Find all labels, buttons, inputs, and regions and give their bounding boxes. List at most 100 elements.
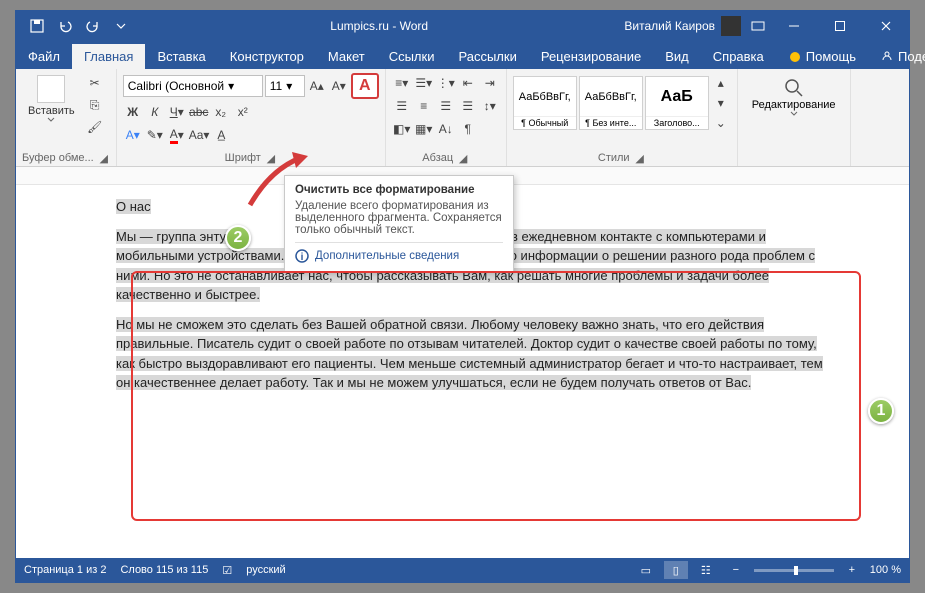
- tab-help[interactable]: Справка: [701, 44, 776, 69]
- tab-file[interactable]: Файл: [16, 44, 72, 69]
- clear-formatting-button[interactable]: A: [351, 73, 379, 99]
- qat-customize-icon[interactable]: [108, 13, 134, 39]
- paste-button[interactable]: Вставить: [22, 73, 81, 125]
- status-language[interactable]: русский: [246, 564, 285, 576]
- status-page[interactable]: Страница 1 из 2: [24, 564, 106, 576]
- annotation-marker-1: 1: [868, 398, 894, 424]
- group-paragraph: ≡▾ ☰▾ ⋮▾ ⇤ ⇥ ☰ ≡ ☰ ☰ ↕▾ ◧▾: [386, 69, 507, 166]
- subscript-icon[interactable]: x₂: [211, 102, 231, 122]
- styles-more-icon[interactable]: ⌄: [711, 113, 731, 133]
- align-center-icon[interactable]: ≡: [414, 96, 434, 116]
- shading-icon[interactable]: ◧▾: [392, 119, 412, 139]
- bullets-icon[interactable]: ≡▾: [392, 73, 412, 93]
- tooltip-title: Очистить все форматирование: [295, 184, 503, 196]
- borders-icon[interactable]: ▦▾: [414, 119, 434, 139]
- tab-view[interactable]: Вид: [653, 44, 701, 69]
- copy-icon[interactable]: ⎘: [85, 95, 105, 115]
- tab-mailings[interactable]: Рассылки: [446, 44, 528, 69]
- app-window: Lumpics.ru - Word Виталий Каиров Файл Гл…: [15, 10, 910, 583]
- increase-indent-icon[interactable]: ⇥: [480, 73, 500, 93]
- style-normal[interactable]: АаБбВвГг,¶ Обычный: [513, 76, 577, 130]
- tab-tellme[interactable]: Помощь: [776, 44, 868, 69]
- decrease-indent-icon[interactable]: ⇤: [458, 73, 478, 93]
- print-layout-icon[interactable]: ▯: [664, 561, 688, 579]
- change-case-icon[interactable]: Aa▾: [189, 125, 210, 145]
- paste-icon: [37, 75, 65, 103]
- status-words[interactable]: Слово 115 из 115: [120, 564, 208, 576]
- tab-layout[interactable]: Макет: [316, 44, 377, 69]
- find-icon: [783, 77, 805, 99]
- titlebar: Lumpics.ru - Word Виталий Каиров: [16, 11, 909, 41]
- avatar: [721, 16, 741, 36]
- tab-insert[interactable]: Вставка: [145, 44, 217, 69]
- shrink-font-icon[interactable]: A▾: [329, 76, 349, 96]
- ribbon-display-icon[interactable]: [745, 13, 771, 39]
- justify-icon[interactable]: ☰: [458, 96, 478, 116]
- format-painter-icon[interactable]: 🖌: [85, 117, 105, 137]
- strikethrough-icon[interactable]: abc: [189, 102, 209, 122]
- proofing-icon[interactable]: ☑: [222, 564, 232, 577]
- styles-down-icon[interactable]: ▾: [711, 93, 731, 113]
- group-styles: АаБбВвГг,¶ Обычный АаБбВвГг,¶ Без инте..…: [507, 69, 738, 166]
- doc-heading: О нас: [116, 199, 151, 214]
- statusbar: Страница 1 из 2 Слово 115 из 115 ☑ русск…: [16, 558, 909, 582]
- web-layout-icon[interactable]: ☷: [694, 561, 718, 579]
- group-label-font: Шрифт: [225, 152, 261, 164]
- font-color-icon[interactable]: A▾: [167, 125, 187, 145]
- numbering-icon[interactable]: ☰▾: [414, 73, 434, 93]
- align-right-icon[interactable]: ☰: [436, 96, 456, 116]
- zoom-in-icon[interactable]: +: [840, 561, 864, 579]
- underline-icon[interactable]: Ч▾: [167, 102, 187, 122]
- zoom-level[interactable]: 100 %: [870, 564, 901, 576]
- grow-font-icon[interactable]: A▴: [307, 76, 327, 96]
- show-marks-icon[interactable]: ¶: [458, 119, 478, 139]
- align-left-icon[interactable]: ☰: [392, 96, 412, 116]
- user-name: Виталий Каиров: [624, 19, 715, 33]
- cut-icon[interactable]: ✂: [85, 73, 105, 93]
- close-button[interactable]: [863, 11, 909, 41]
- autosave-icon[interactable]: [24, 13, 50, 39]
- styles-launcher[interactable]: ◢: [634, 152, 646, 164]
- text-effects-icon[interactable]: A▾: [123, 125, 143, 145]
- minimize-button[interactable]: [771, 11, 817, 41]
- sort-icon[interactable]: A↓: [436, 119, 456, 139]
- bold-icon[interactable]: Ж: [123, 102, 143, 122]
- editing-button[interactable]: Редактирование: [744, 73, 844, 121]
- paragraph-launcher[interactable]: ◢: [457, 152, 469, 164]
- tooltip-more-link[interactable]: i Дополнительные сведения: [295, 242, 503, 263]
- svg-text:i: i: [301, 252, 304, 263]
- tab-design[interactable]: Конструктор: [218, 44, 316, 69]
- font-size-combo[interactable]: 11▾: [265, 75, 305, 97]
- zoom-slider[interactable]: [754, 569, 834, 572]
- clipboard-launcher[interactable]: ◢: [98, 152, 110, 164]
- group-label-clipboard: Буфер обме...: [22, 152, 94, 164]
- undo-icon[interactable]: [52, 13, 78, 39]
- tooltip-body: Удаление всего форматирования из выделен…: [295, 200, 503, 236]
- styles-up-icon[interactable]: ▴: [711, 73, 731, 93]
- tab-home[interactable]: Главная: [72, 44, 145, 69]
- tab-review[interactable]: Рецензирование: [529, 44, 653, 69]
- read-mode-icon[interactable]: ▭: [634, 561, 658, 579]
- chevron-down-icon: ▾: [224, 79, 238, 93]
- quick-access-toolbar: [16, 13, 134, 39]
- info-icon: i: [295, 249, 309, 263]
- multilevel-icon[interactable]: ⋮▾: [436, 73, 456, 93]
- ribbon: Вставить ✂ ⎘ 🖌 Буфер обме... ◢ Calibri (О…: [16, 69, 909, 167]
- highlight-icon[interactable]: ✎▾: [145, 125, 165, 145]
- group-font: Calibri (Основной▾ 11▾ A▴ A▾ A Ж К Ч▾ ab…: [117, 69, 386, 166]
- tab-share[interactable]: Поделиться: [868, 44, 925, 69]
- redo-icon[interactable]: [80, 13, 106, 39]
- user-area[interactable]: Виталий Каиров: [624, 16, 745, 36]
- italic-icon[interactable]: К: [145, 102, 165, 122]
- font-name-combo[interactable]: Calibri (Основной▾: [123, 75, 263, 97]
- maximize-button[interactable]: [817, 11, 863, 41]
- document-area[interactable]: О нас Мы — группа энтузиать Вам в ежедне…: [16, 167, 909, 555]
- line-spacing-icon[interactable]: ↕▾: [480, 96, 500, 116]
- tab-references[interactable]: Ссылки: [377, 44, 447, 69]
- font-launcher[interactable]: ◢: [265, 152, 277, 164]
- style-heading1[interactable]: АаБЗаголово...: [645, 76, 709, 130]
- character-border-icon[interactable]: A̲: [211, 125, 231, 145]
- style-no-spacing[interactable]: АаБбВвГг,¶ Без инте...: [579, 76, 643, 130]
- superscript-icon[interactable]: x²: [233, 102, 253, 122]
- zoom-out-icon[interactable]: −: [724, 561, 748, 579]
